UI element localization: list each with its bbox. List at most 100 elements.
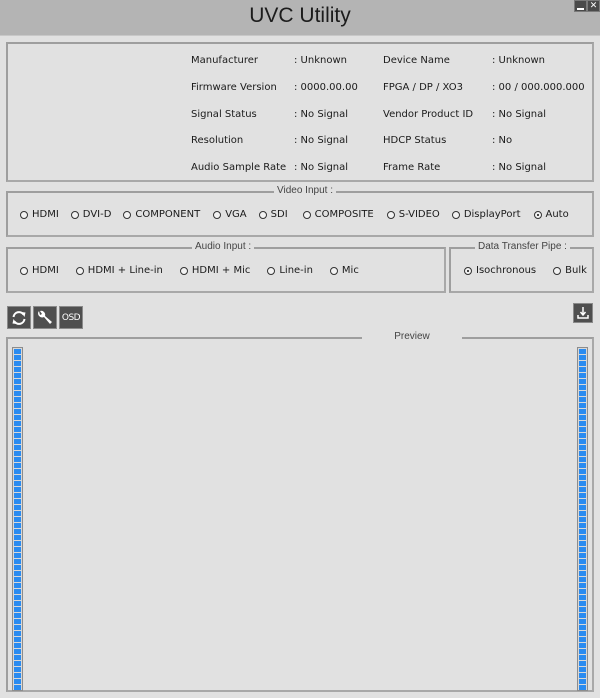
radio-indicator[interactable] [213, 210, 222, 219]
osd-button[interactable]: OSD [59, 306, 83, 329]
video-input-legend: Video Input : [274, 185, 336, 196]
meter-segment [579, 559, 586, 564]
meter-segment [14, 655, 21, 660]
video-radio-component[interactable]: COMPONENT [123, 209, 200, 220]
meter-segment [579, 439, 586, 444]
video-radio-displayport[interactable]: DisplayPort [451, 209, 521, 220]
meter-segment [14, 559, 21, 564]
window-title: UVC Utility [249, 4, 351, 27]
meter-segment [14, 487, 21, 492]
meter-segment [579, 589, 586, 594]
title-bar: UVC Utility ✕ [0, 0, 600, 36]
meter-segment [14, 469, 21, 474]
meter-segment [14, 475, 21, 480]
meter-segment [579, 649, 586, 654]
radio-indicator[interactable] [123, 210, 132, 219]
meter-segment [579, 601, 586, 606]
radio-indicator[interactable] [329, 266, 338, 275]
radio-indicator[interactable] [533, 210, 542, 219]
minimize-button[interactable] [574, 0, 587, 12]
audio-input-group: Audio Input : HDMI HDMI + Line-in HDMI + M… [6, 241, 446, 293]
audio-radio-hdmi[interactable]: HDMI [20, 265, 59, 276]
meter-segment [579, 385, 586, 390]
meter-segment [579, 403, 586, 408]
osd-label: OSD [61, 312, 81, 323]
meter-segment [14, 421, 21, 426]
radio-indicator[interactable] [258, 210, 267, 219]
radio-label: HDMI + Line-in [87, 265, 163, 276]
video-radio-composite[interactable]: COMPOSITE [302, 209, 374, 220]
refresh-icon [12, 310, 26, 325]
video-radio-hdmi[interactable]: HDMI [20, 209, 59, 220]
radio-indicator[interactable] [451, 210, 460, 219]
meter-segment [14, 595, 21, 600]
meter-segment [579, 595, 586, 600]
video-radio-auto[interactable]: Auto [533, 209, 569, 220]
meter-segment [14, 373, 21, 378]
meter-segment [14, 685, 21, 690]
meter-segment [579, 487, 586, 492]
pipe-radio-bulk[interactable]: Bulk [553, 265, 587, 276]
meter-segment [579, 397, 586, 402]
radio-indicator[interactable] [386, 210, 395, 219]
meter-segment [14, 649, 21, 654]
audio-radio-hdmi-line-in[interactable]: HDMI + Line-in [75, 265, 163, 276]
radio-label: VGA [225, 209, 247, 220]
audio-radio-mic[interactable]: Mic [329, 265, 359, 276]
radio-indicator[interactable] [267, 266, 276, 275]
radio-indicator[interactable] [179, 266, 188, 275]
radio-label: COMPOSITE [314, 209, 374, 220]
radio-indicator[interactable] [20, 210, 28, 219]
download-button[interactable] [573, 303, 593, 323]
meter-segment [14, 643, 21, 648]
video-radio-s-video[interactable]: S-VIDEO [386, 209, 440, 220]
preview-legend: Preview [362, 331, 462, 342]
video-radio-dvi-d[interactable]: DVI-D [70, 209, 112, 220]
meter-segment [14, 409, 21, 414]
video-radio-sdi[interactable]: SDI [258, 209, 288, 220]
radio-indicator[interactable] [75, 266, 84, 275]
left-audio-level-meter [12, 347, 23, 691]
radio-indicator[interactable] [70, 210, 79, 219]
meter-segment [14, 391, 21, 396]
meter-segment [14, 397, 21, 402]
data-transfer-pipe-legend: Data Transfer Pipe : [475, 241, 570, 252]
info-label: Resolution [191, 135, 244, 146]
info-value: : No [492, 135, 513, 146]
meter-segment [579, 679, 586, 684]
meter-segment [14, 529, 21, 534]
close-icon: ✕ [589, 0, 598, 11]
meter-segment [14, 355, 21, 360]
meter-segment [579, 433, 586, 438]
pipe-radio-isochronous[interactable]: Isochronous [464, 265, 536, 276]
radio-indicator[interactable] [464, 266, 472, 275]
meter-segment [14, 367, 21, 372]
meter-segment [579, 655, 586, 660]
meter-segment [14, 577, 21, 582]
radio-indicator[interactable] [302, 210, 311, 219]
radio-indicator[interactable] [20, 266, 28, 275]
meter-segment [579, 421, 586, 426]
meter-segment [14, 625, 21, 630]
audio-radio-line-in[interactable]: Line-in [267, 265, 313, 276]
meter-segment [579, 661, 586, 666]
close-button[interactable]: ✕ [587, 0, 600, 12]
meter-segment [579, 499, 586, 504]
meter-segment [14, 661, 21, 666]
video-radio-vga[interactable]: VGA [213, 209, 247, 220]
meter-segment [579, 607, 586, 612]
meter-segment [14, 361, 21, 366]
refresh-button[interactable] [7, 306, 31, 329]
meter-segment [579, 475, 586, 480]
radio-label: HDMI + Mic [191, 265, 251, 276]
meter-segment [14, 667, 21, 672]
radio-indicator[interactable] [553, 266, 562, 275]
settings-button[interactable] [33, 306, 57, 329]
meter-segment [14, 403, 21, 408]
meter-segment [579, 613, 586, 618]
meter-segment [579, 535, 586, 540]
audio-radio-hdmi-mic[interactable]: HDMI + Mic [179, 265, 251, 276]
meter-segment [579, 631, 586, 636]
radio-label: DVI-D [82, 209, 112, 220]
meter-segment [579, 529, 586, 534]
